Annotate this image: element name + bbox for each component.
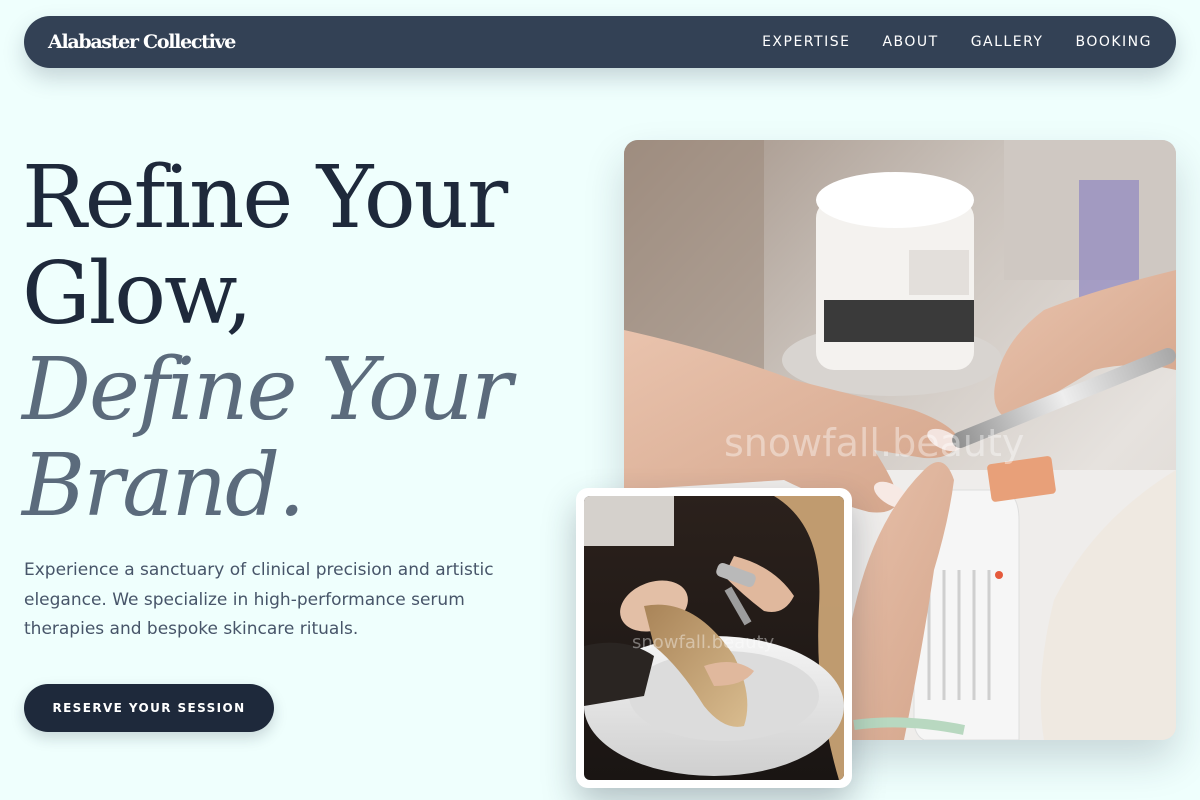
- top-nav: Alabaster Collective EXPERTISE ABOUT GAL…: [24, 16, 1176, 68]
- nav-link-expertise[interactable]: EXPERTISE: [762, 34, 850, 50]
- hair-wash-photo: snowfall.beauty: [584, 496, 844, 780]
- main-watermark: snowfall.beauty: [724, 421, 1024, 465]
- headline-line-2: Glow,: [22, 244, 253, 344]
- inset-watermark: snowfall.beauty: [632, 632, 775, 653]
- nav-link-booking[interactable]: BOOKING: [1075, 34, 1152, 50]
- reserve-session-button[interactable]: RESERVE YOUR SESSION: [24, 684, 274, 732]
- hero-description: Experience a sanctuary of clinical preci…: [24, 560, 494, 639]
- headline-line-3: Define Your: [22, 340, 512, 440]
- brand-logo[interactable]: Alabaster Collective: [48, 31, 236, 53]
- nav-link-gallery[interactable]: GALLERY: [971, 34, 1044, 50]
- headline-line-1: Refine Your: [22, 148, 508, 248]
- nav-link-about[interactable]: ABOUT: [882, 34, 938, 50]
- headline-line-4: Brand.: [22, 436, 305, 536]
- inset-photo-frame: snowfall.beauty: [576, 488, 852, 788]
- nav-links: EXPERTISE ABOUT GALLERY BOOKING: [762, 34, 1152, 50]
- hero-headline: Refine Your Glow, Define Your Brand.: [22, 148, 512, 536]
